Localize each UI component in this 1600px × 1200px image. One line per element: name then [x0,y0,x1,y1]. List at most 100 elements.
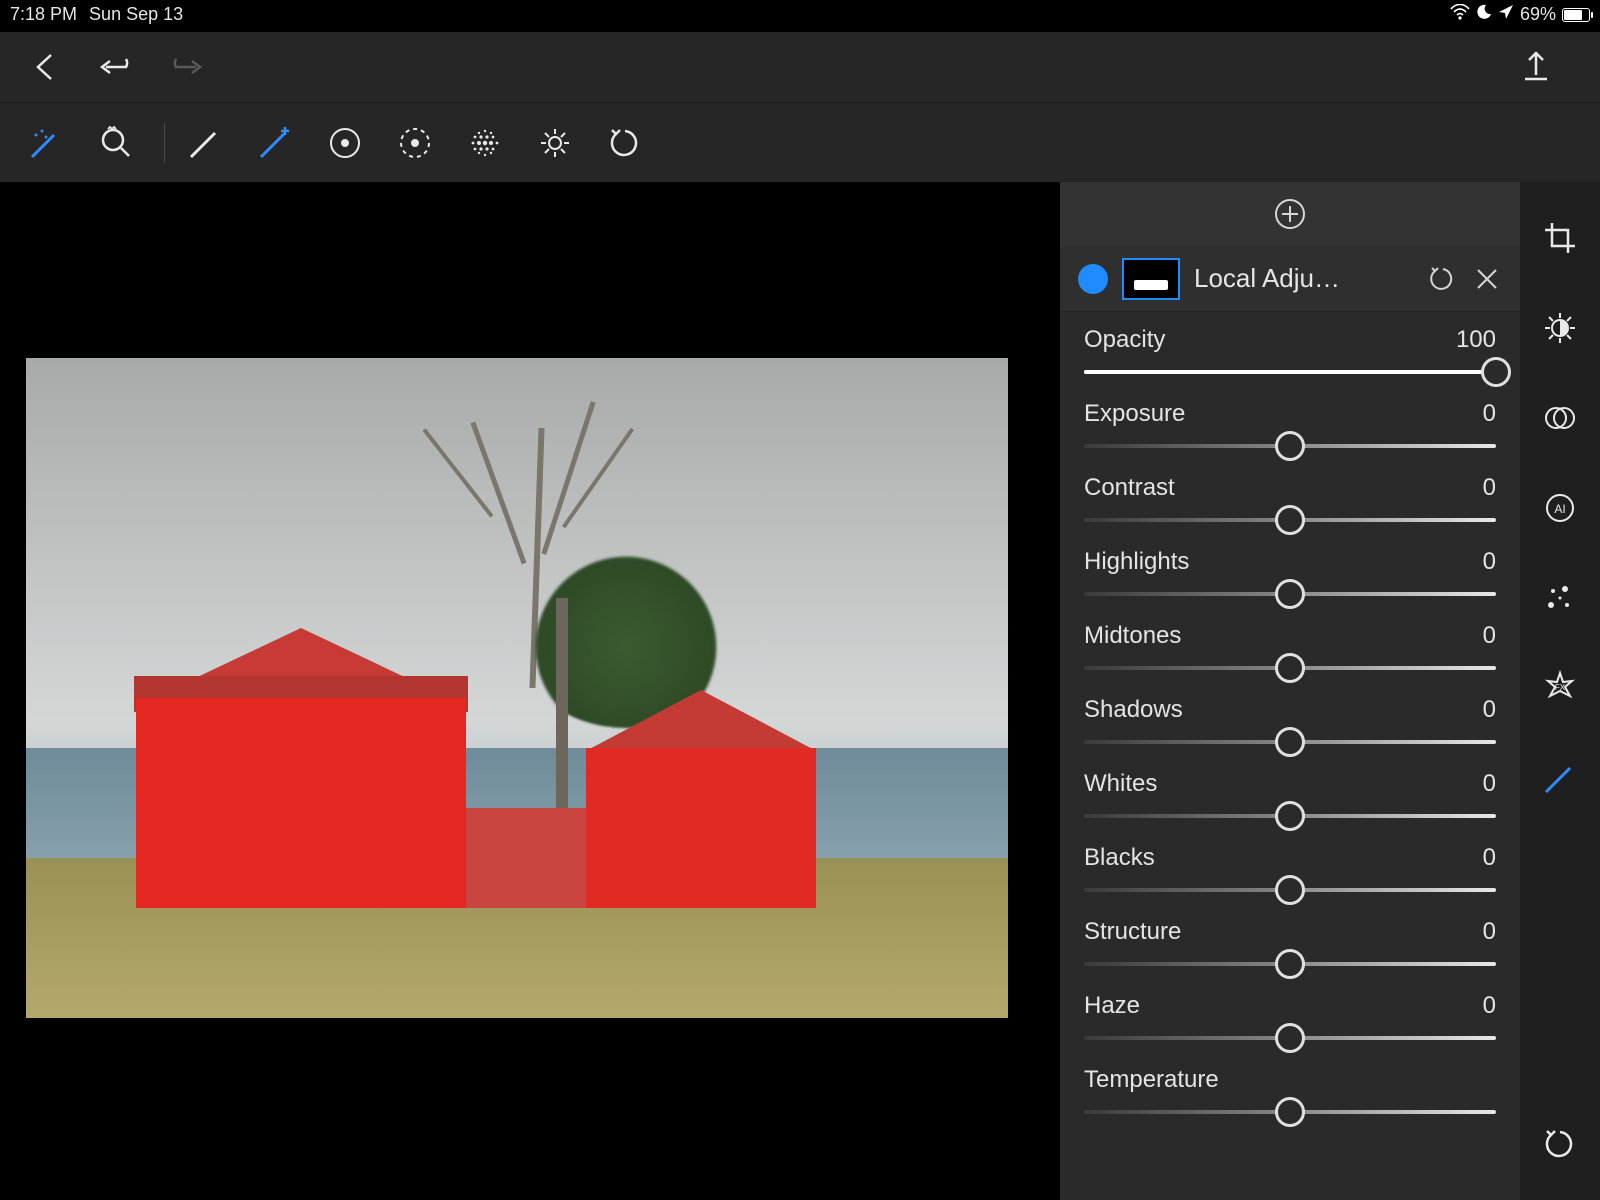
back-button[interactable] [20,41,72,93]
slider-track[interactable] [1084,962,1496,966]
status-bar: 7:18 PM Sun Sep 13 69% [0,0,1600,32]
slider-track[interactable] [1084,666,1496,670]
editor-main: Local Adju… Opacity 100 Exposure 0 Contrast 0… [0,182,1600,1200]
dnd-moon-icon [1476,4,1492,25]
color-tab[interactable] [1534,392,1586,444]
healing-brush-tool[interactable] [249,117,301,169]
slider-label: Contrast [1084,474,1175,502]
sliders-list: Opacity100Exposure0Contrast0Highlights0M… [1060,312,1520,1200]
slider-track[interactable] [1084,1110,1496,1114]
slider-knob[interactable] [1275,875,1305,905]
battery-percent: 69% [1520,4,1556,25]
radial-mask-tool[interactable] [319,117,371,169]
slider-track[interactable] [1084,740,1496,744]
ai-tab[interactable]: AI [1534,482,1586,534]
fx-tab[interactable]: FX [1534,662,1586,714]
slider-label: Opacity [1084,326,1165,354]
export-button[interactable] [1510,41,1562,93]
ai-brush-tool[interactable] [20,117,72,169]
slider-track[interactable] [1084,592,1496,596]
slider-value: 0 [1483,400,1496,428]
slider-label: Shadows [1084,696,1183,724]
slider-label: Structure [1084,918,1181,946]
layer-color-dot[interactable] [1078,264,1108,294]
slider-whites: Whites 0 [1084,770,1496,818]
slider-value: 0 [1483,770,1496,798]
slider-value: 0 [1483,844,1496,872]
svg-text:FX: FX [1555,683,1566,692]
slider-structure: Structure 0 [1084,918,1496,966]
slider-highlights: Highlights 0 [1084,548,1496,596]
redo-button[interactable] [160,41,212,93]
slider-knob[interactable] [1275,801,1305,831]
status-date: Sun Sep 13 [89,4,183,25]
location-icon [1498,4,1514,25]
slider-label: Exposure [1084,400,1185,428]
gradient-mask-tool[interactable] [459,117,511,169]
add-adjustment-button[interactable] [1060,182,1520,246]
slider-knob[interactable] [1275,505,1305,535]
slider-knob[interactable] [1275,653,1305,683]
slider-label: Haze [1084,992,1140,1020]
reset-tool-icon[interactable] [599,117,651,169]
slider-value: 0 [1483,918,1496,946]
slider-midtones: Midtones 0 [1084,622,1496,670]
crop-tab[interactable] [1534,212,1586,264]
slider-track[interactable] [1084,444,1496,448]
adjustment-header: Local Adju… [1060,246,1520,312]
dashed-radial-tool[interactable] [389,117,441,169]
adjustment-title: Local Adju… [1194,263,1414,294]
undo-button[interactable] [90,41,142,93]
slider-knob[interactable] [1275,579,1305,609]
slider-knob[interactable] [1275,1097,1305,1127]
slider-knob[interactable] [1275,949,1305,979]
slider-track[interactable] [1084,518,1496,522]
adjustments-panel: Local Adju… Opacity 100 Exposure 0 Contrast 0… [1060,182,1520,1200]
slider-value: 100 [1456,326,1496,354]
slider-label: Blacks [1084,844,1155,872]
slider-blacks: Blacks 0 [1084,844,1496,892]
status-time: 7:18 PM [10,4,77,25]
light-tab[interactable] [1534,302,1586,354]
slider-opacity: Opacity 100 [1084,326,1496,374]
settings-gear-icon[interactable] [529,117,581,169]
slider-knob[interactable] [1275,431,1305,461]
slider-track[interactable] [1084,814,1496,818]
slider-temperature: Temperature [1084,1066,1496,1114]
right-tool-rail: AI FX [1520,182,1600,1200]
slider-exposure: Exposure 0 [1084,400,1496,448]
slider-value: 0 [1483,474,1496,502]
wifi-icon [1450,4,1470,25]
slider-shadows: Shadows 0 [1084,696,1496,744]
slider-track[interactable] [1084,888,1496,892]
slider-label: Whites [1084,770,1157,798]
toolbar [0,102,1600,182]
slider-knob[interactable] [1275,727,1305,757]
zoom-tool[interactable] [90,117,142,169]
local-adjust-tab[interactable] [1534,752,1586,804]
slider-track[interactable] [1084,1036,1496,1040]
slider-knob[interactable] [1481,357,1511,387]
slider-label: Highlights [1084,548,1189,576]
slider-label: Midtones [1084,622,1181,650]
svg-text:AI: AI [1554,502,1565,516]
battery-icon [1562,8,1590,22]
slider-label: Temperature [1084,1066,1219,1094]
slider-knob[interactable] [1275,1023,1305,1053]
slider-value: 0 [1483,622,1496,650]
slider-haze: Haze 0 [1084,992,1496,1040]
image-canvas[interactable] [26,358,1008,1018]
reset-all-button[interactable] [1534,1118,1586,1170]
reset-adjustment-button[interactable] [1428,264,1458,294]
slider-contrast: Contrast 0 [1084,474,1496,522]
brush-tool[interactable] [179,117,231,169]
slider-value: 0 [1483,696,1496,724]
details-tab[interactable] [1534,572,1586,624]
slider-track[interactable] [1084,370,1496,374]
mask-thumbnail[interactable] [1122,258,1180,300]
nav-top [0,32,1600,102]
toolbar-separator [164,123,165,163]
close-adjustment-button[interactable] [1472,264,1502,294]
slider-value: 0 [1483,992,1496,1020]
slider-value: 0 [1483,548,1496,576]
